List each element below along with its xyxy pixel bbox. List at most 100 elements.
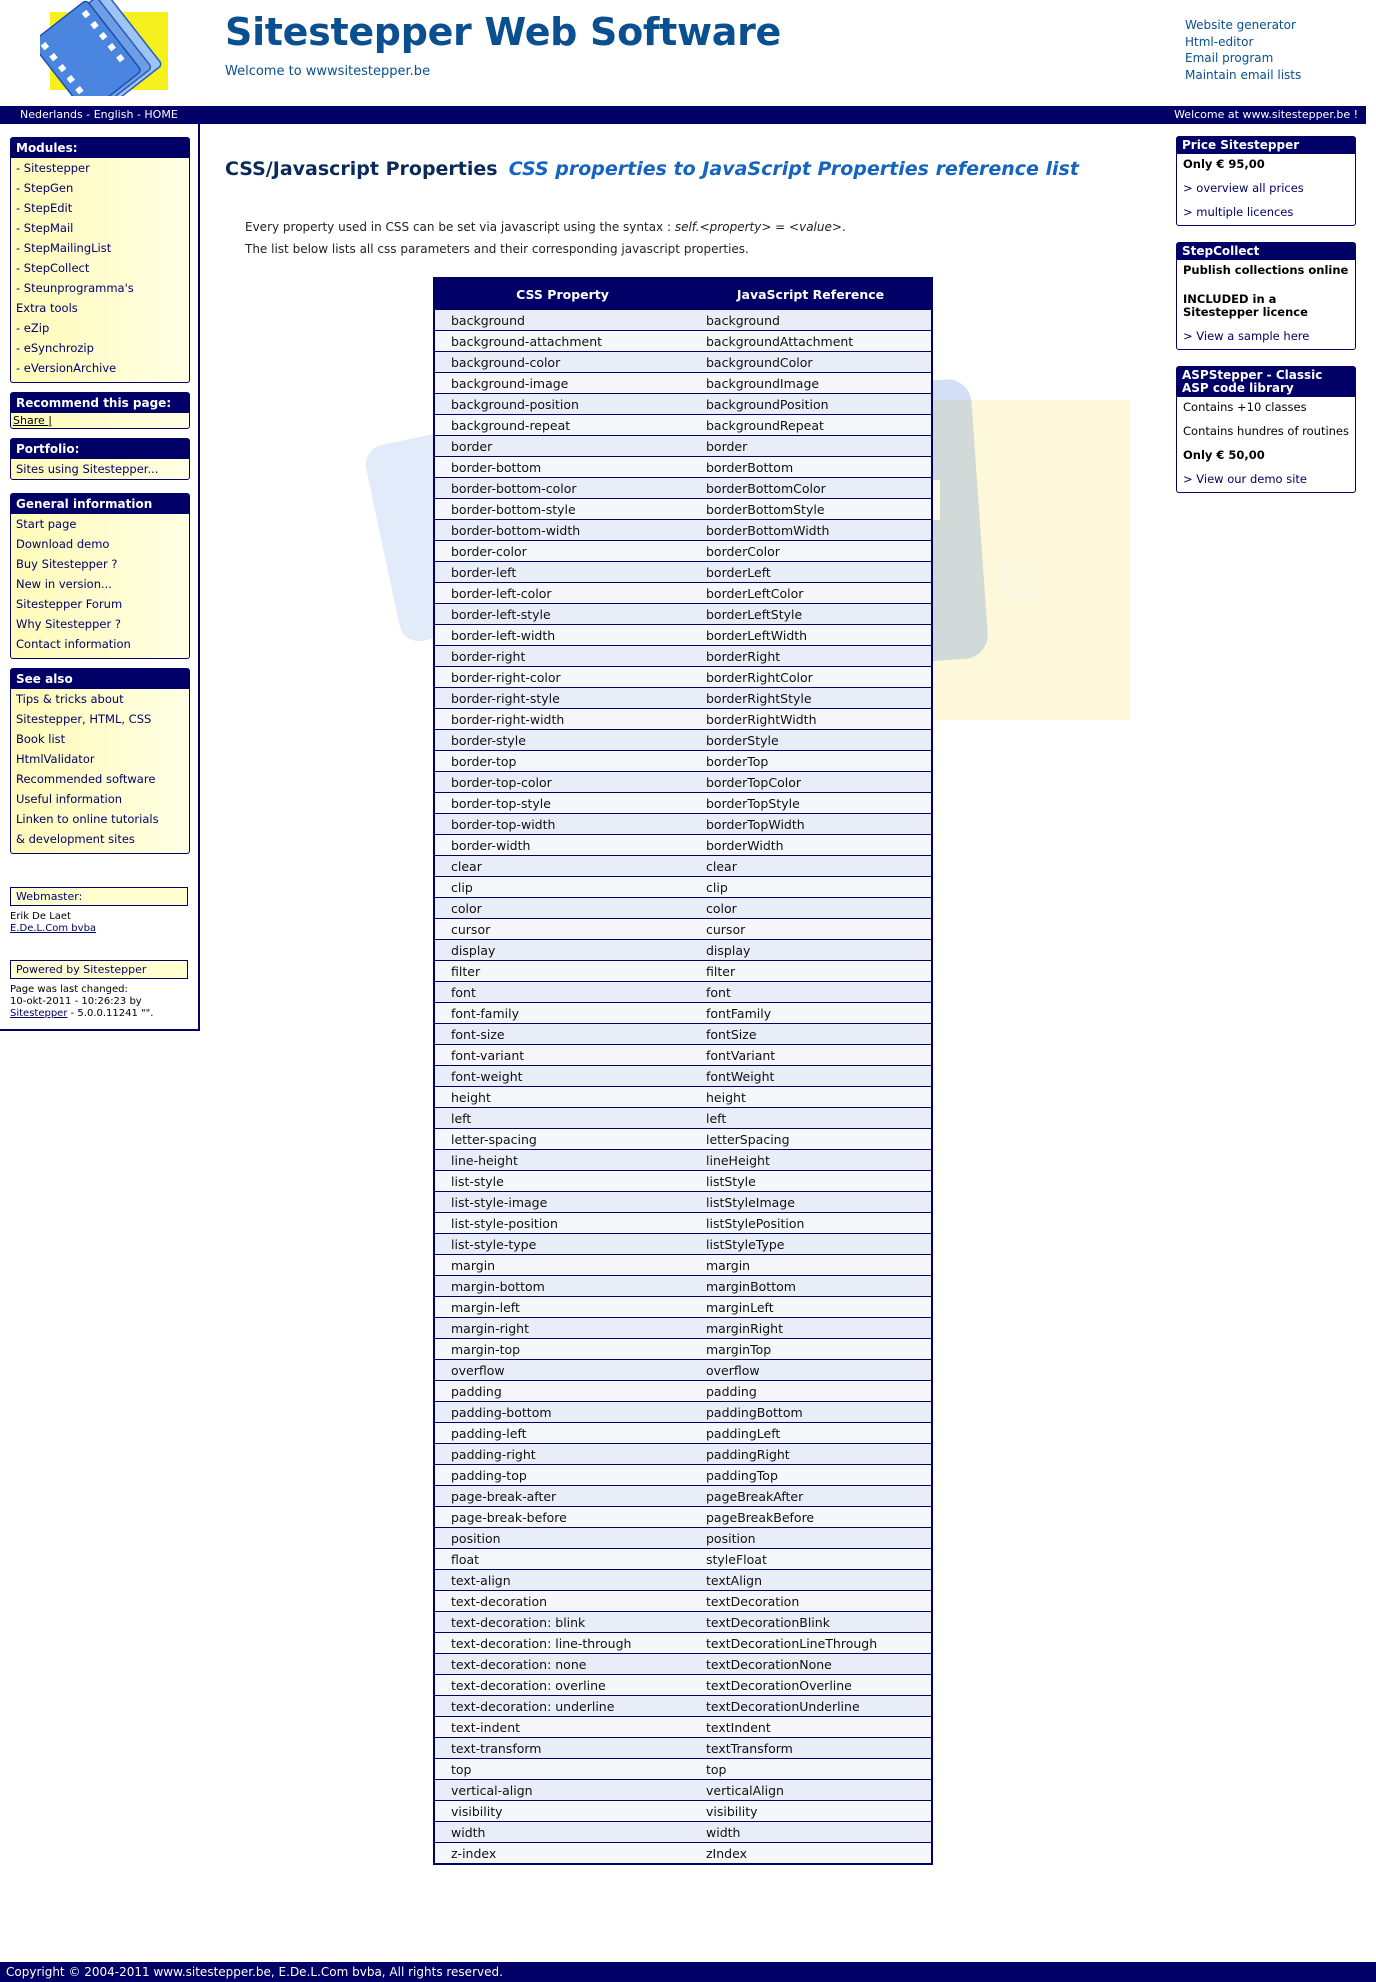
table-row: left left [434,1107,932,1129]
sidebar-item-extra-tools[interactable]: Extra tools [16,298,185,318]
version-text: - 5.0.0.11241 "". [67,1008,154,1019]
sidebar-item-sitestepper[interactable]: - Sitestepper [16,158,185,178]
sidebar-item-esynchrozip[interactable]: - eSynchrozip [16,338,185,358]
css-property-cell: border-right [434,645,690,667]
css-property-cell: margin-bottom [434,1275,690,1297]
table-row: overflow overflow [434,1359,932,1381]
table-row: z-index zIndex [434,1842,932,1865]
sidebar-item-buy[interactable]: Buy Sitestepper ? [16,554,185,574]
css-property-cell: padding-right [434,1443,690,1465]
css-property-cell: clear [434,855,690,877]
sidebar-item-stepmail[interactable]: - StepMail [16,218,185,238]
sitestepper-link[interactable]: Sitestepper [10,1008,67,1019]
js-reference-cell: paddingBottom [690,1401,932,1423]
sidebar-item-book-list[interactable]: Book list [16,729,185,749]
sidebar-item-start-page[interactable]: Start page [16,514,185,534]
table-row: font-variant fontVariant [434,1044,932,1066]
table-row: padding-top paddingTop [434,1464,932,1486]
js-reference-cell: listStyleImage [690,1191,932,1213]
table-row: font-size fontSize [434,1023,932,1045]
js-reference-cell: borderWidth [690,834,932,856]
sidebar-item-online-tutorials[interactable]: Linken to online tutorials [16,809,185,829]
css-property-cell: font-size [434,1023,690,1045]
table-row: list-style-type listStyleType [434,1233,932,1255]
js-reference-cell: borderLeftColor [690,582,932,604]
js-reference-cell: paddingRight [690,1443,932,1465]
view-demo-site-link[interactable]: > View our demo site [1183,472,1307,486]
js-reference-cell: backgroundColor [690,351,932,373]
header-link-email-lists[interactable]: Maintain email lists [1185,67,1301,84]
sidebar-item-why[interactable]: Why Sitestepper ? [16,614,185,634]
table-row: border-style borderStyle [434,729,932,751]
webmaster-company-link[interactable]: E.De.L.Com bvba [10,923,96,934]
css-property-cell: font-weight [434,1065,690,1087]
stepcollect-title: StepCollect [1177,243,1355,260]
css-property-cell: page-break-after [434,1485,690,1507]
css-property-cell: margin-left [434,1296,690,1318]
overview-prices-link[interactable]: > overview all prices [1183,181,1304,195]
css-property-cell: border-right-color [434,666,690,688]
table-row: text-decoration: none textDecorationNone [434,1653,932,1675]
sidebar-item-recommended-software[interactable]: Recommended software [16,769,185,789]
js-reference-cell: fontSize [690,1023,932,1045]
sidebar-item-ezip[interactable]: - eZip [16,318,185,338]
js-reference-cell: listStyle [690,1170,932,1192]
css-property-cell: border-top-width [434,813,690,835]
table-row: font-weight fontWeight [434,1065,932,1087]
table-row: text-align textAlign [434,1569,932,1591]
share-link[interactable]: Share | [13,414,184,427]
table-row: letter-spacing letterSpacing [434,1128,932,1150]
css-property-cell: list-style-position [434,1212,690,1234]
language-links[interactable]: Nederlands - English - HOME [20,108,178,121]
sidebar-item-stepmailinglist[interactable]: - StepMailingList [16,238,185,258]
sidebar-item-new-in-version[interactable]: New in version... [16,574,185,594]
js-reference-cell: color [690,897,932,919]
sidebar-item-stepcollect[interactable]: - StepCollect [16,258,185,278]
multiple-licences-link[interactable]: > multiple licences [1183,205,1293,219]
sidebar-item-useful-information[interactable]: Useful information [16,789,185,809]
css-property-cell: vertical-align [434,1779,690,1801]
sidebar-item-stepedit[interactable]: - StepEdit [16,198,185,218]
sitestepper-logo[interactable] [40,0,175,96]
sidebar-item-contact[interactable]: Contact information [16,634,185,654]
header-links: Website generator Html-editor Email prog… [1185,17,1301,83]
table-row: filter filter [434,960,932,982]
sidebar-item-tips[interactable]: Tips & tricks about [16,689,185,709]
js-reference-cell: clear [690,855,932,877]
stepcollect-line-2: INCLUDED in a Sitestepper licence [1183,292,1308,319]
sidebar-item-forum[interactable]: Sitestepper Forum [16,594,185,614]
js-reference-cell: marginTop [690,1338,932,1360]
sidebar-item-sitestepper-html-css[interactable]: Sitestepper, HTML, CSS [16,709,185,729]
table-row: border-right borderRight [434,645,932,667]
webmaster-label: Webmaster: [10,887,188,906]
css-property-cell: background-image [434,372,690,394]
table-row: margin margin [434,1254,932,1276]
js-reference-cell: pageBreakAfter [690,1485,932,1507]
js-reference-cell: border [690,435,932,457]
table-row: clear clear [434,855,932,877]
table-row: visibility visibility [434,1800,932,1822]
css-property-cell: margin-top [434,1338,690,1360]
css-property-cell: margin-right [434,1317,690,1339]
sidebar-item-steunprogrammas[interactable]: - Steunprogramma's [16,278,185,298]
css-property-cell: list-style [434,1170,690,1192]
column-header-css: CSS Property [434,278,690,310]
js-reference-cell: top [690,1758,932,1780]
sidebar-item-sites-using[interactable]: Sites using Sitestepper... [16,459,185,479]
css-js-property-table: CSS Property JavaScript Reference backgr… [433,277,933,1865]
header-link-website-generator[interactable]: Website generator [1185,17,1301,34]
sidebar-item-stepgen[interactable]: - StepGen [16,178,185,198]
table-row: padding padding [434,1380,932,1402]
header-link-html-editor[interactable]: Html-editor [1185,34,1301,51]
top-navigation-bar: Nederlands - English - HOME Welcome at w… [0,106,1366,124]
view-sample-link[interactable]: > View a sample here [1183,329,1309,343]
js-reference-cell: marginBottom [690,1275,932,1297]
css-property-cell: text-indent [434,1716,690,1738]
sidebar-item-development-sites[interactable]: & development sites [16,829,185,849]
css-property-cell: border-top [434,750,690,772]
sidebar-item-eversionarchive[interactable]: - eVersionArchive [16,358,185,378]
js-reference-cell: marginRight [690,1317,932,1339]
sidebar-item-download-demo[interactable]: Download demo [16,534,185,554]
sidebar-item-htmlvalidator[interactable]: HtmlValidator [16,749,185,769]
header-link-email-program[interactable]: Email program [1185,50,1301,67]
